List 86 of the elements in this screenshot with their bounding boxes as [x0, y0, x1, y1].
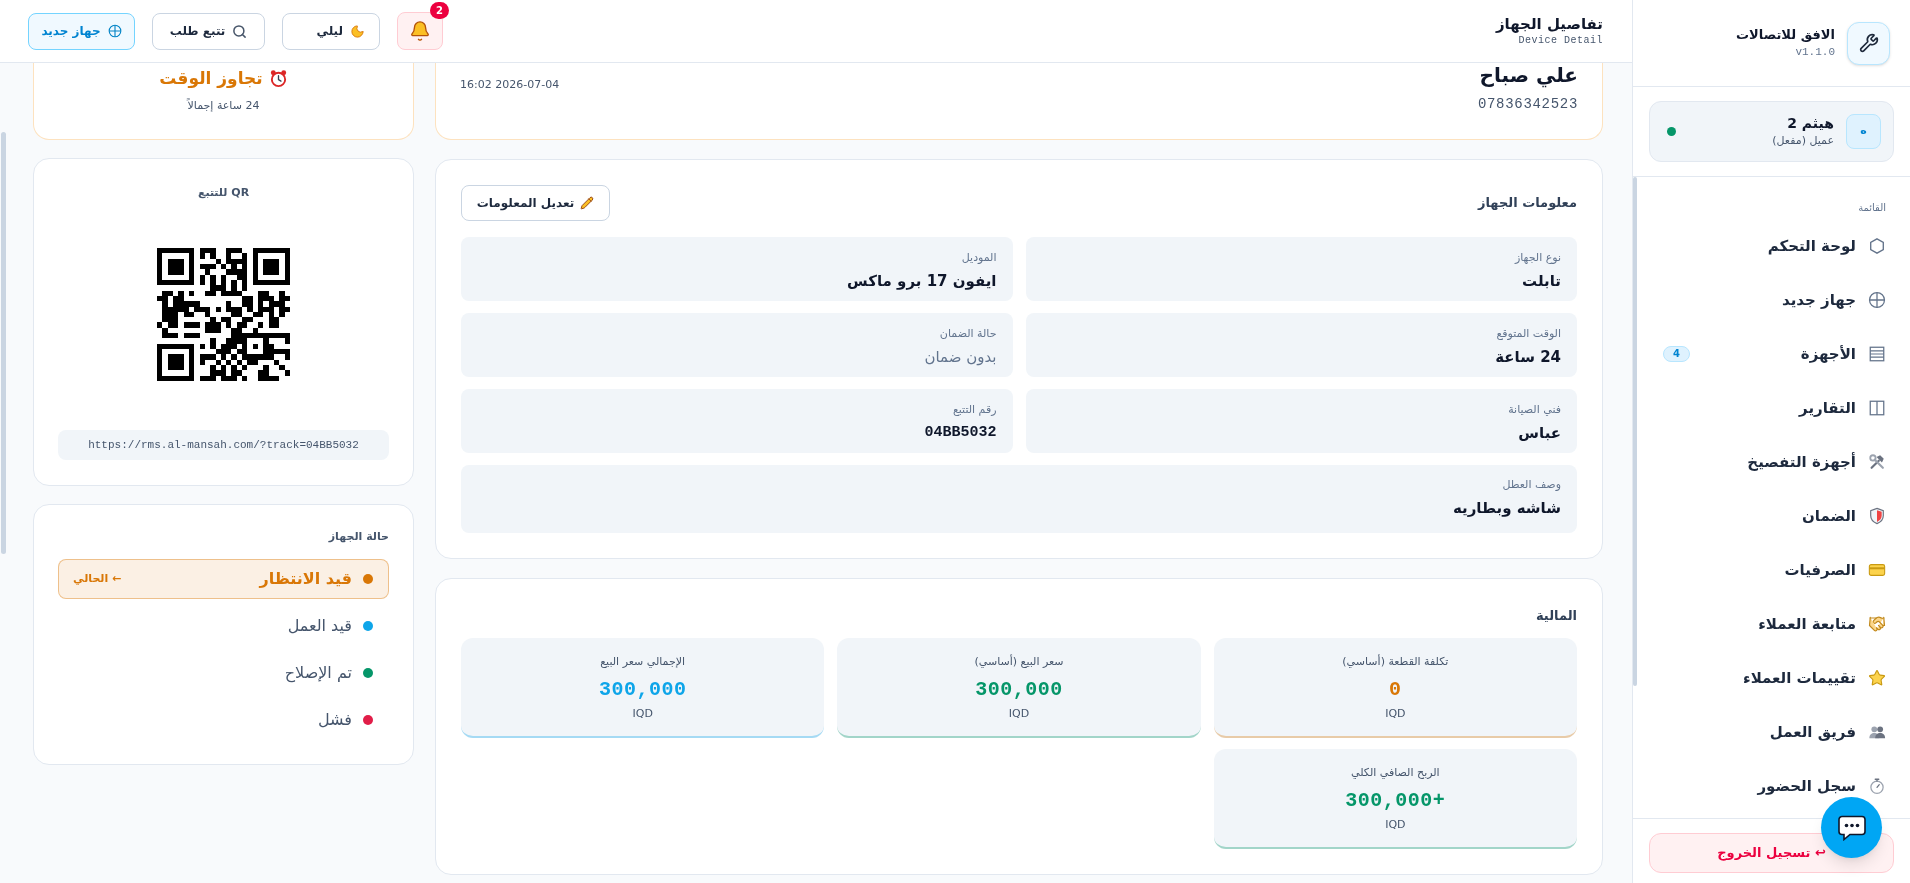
user-avatar: ه: [1846, 114, 1881, 149]
scrollbar-thumb[interactable]: [1, 132, 6, 554]
field-label: فني الصيانة: [1507, 403, 1561, 417]
list-icon: [1868, 345, 1886, 363]
received-date: 2026-07-04 16:02: [460, 78, 560, 92]
finance-label: الإجمالي سعر البيع: [600, 655, 686, 669]
page-title: تفاصيل الجهاز: [1495, 14, 1603, 34]
currency-label: IQD: [1385, 707, 1406, 721]
finance-value: 300,000: [975, 677, 1063, 703]
card-icon: [1868, 561, 1886, 579]
status-option[interactable]: تم الإصلاح: [58, 653, 389, 693]
customer-name: علي صباح: [1478, 63, 1578, 87]
stopwatch-icon: [1868, 777, 1886, 795]
handshake-icon: [1868, 615, 1886, 633]
bell-icon: [409, 20, 431, 42]
tracking-url: https://rms.al-mansah.com/?track=04BB5032: [58, 430, 389, 460]
alarm-clock-icon: [268, 68, 288, 88]
hexagon-icon: [1868, 237, 1886, 255]
field-label: حالة الضمان: [938, 327, 997, 341]
status-option[interactable]: فشل: [58, 700, 389, 740]
sidebar-item[interactable]: تقييمات العملاء: [1633, 651, 1910, 705]
sidebar-item[interactable]: الضمان: [1633, 489, 1910, 543]
finance-label: تكلفة القطعة (أساسي): [1342, 655, 1449, 669]
shield-icon: [1868, 507, 1886, 525]
new-device-button[interactable]: جهاز جديد: [28, 12, 135, 50]
chat-bubble-icon: [1837, 814, 1866, 841]
sidebar-item[interactable]: جهاز جديد: [1633, 273, 1910, 327]
field-value: 24 ساعة: [1494, 347, 1561, 367]
qr-title: QR للتتبع: [197, 185, 250, 201]
field-value: بدون ضمان: [923, 347, 997, 367]
field-label: وصف العطل: [1501, 478, 1561, 492]
search-icon: [232, 23, 248, 39]
field-label: نوع الجهاز: [1513, 251, 1561, 265]
sidebar-item[interactable]: سجل الحضور: [1633, 759, 1910, 813]
finance-value: +300,000: [1345, 788, 1446, 814]
total-duration: 24 ساعة إجمالاً: [187, 99, 260, 113]
notifications-button[interactable]: [397, 12, 443, 50]
field-value: تابلت: [1521, 271, 1561, 291]
people-icon: [1868, 723, 1886, 741]
field-label: الموديل: [960, 251, 997, 265]
track-order-button[interactable]: تتبع طلب: [152, 12, 265, 50]
sidebar-item[interactable]: الصرفيات: [1633, 543, 1910, 597]
notification-badge: 2: [430, 2, 449, 19]
page-subtitle: Device Detail: [1517, 34, 1603, 48]
current-status-label: ← الحالي: [73, 570, 122, 587]
customer-phone: 07836342523: [1477, 95, 1578, 113]
field-value: عباس: [1517, 423, 1561, 443]
circle-plus-icon: [107, 24, 122, 38]
sidebar-item[interactable]: أجهزة التفصيخ: [1633, 435, 1910, 489]
columns-icon: [1868, 399, 1886, 417]
star-icon: [1868, 669, 1886, 687]
finance-label: سعر البيع (أساسي): [974, 655, 1064, 669]
status-option[interactable]: قيد العمل: [58, 606, 389, 646]
count-badge: 4: [1663, 346, 1690, 362]
brand-name: الافق للاتصالات: [1736, 26, 1835, 44]
app-version: v1.1.0: [1794, 45, 1835, 60]
field-value: 04BB5032: [923, 423, 997, 443]
circle-plus-icon: [1868, 291, 1886, 309]
currency-label: IQD: [632, 707, 653, 721]
sidebar-item[interactable]: متابعة العملاء: [1633, 597, 1910, 651]
section-title: حالة الجهاز: [327, 529, 389, 545]
pencil-icon: [580, 196, 595, 210]
user-name: هيثم 2: [1786, 114, 1834, 133]
moon-icon: [350, 23, 365, 39]
menu-heading: القائمة: [1857, 201, 1887, 215]
edit-info-button[interactable]: تعديل المعلومات: [461, 185, 610, 221]
finance-label: الربح الصافي الكلي: [1351, 766, 1440, 780]
theme-toggle-button[interactable]: ليلي: [282, 12, 380, 50]
sidebar-item[interactable]: لوحة التحكم: [1633, 219, 1910, 273]
section-title: معلومات الجهاز: [1477, 194, 1577, 213]
tools-icon: [1868, 453, 1886, 471]
field-value: شاشه وبطاريه: [1451, 498, 1561, 518]
finance-value: 300,000: [598, 677, 687, 703]
field-label: رقم التتبع: [951, 403, 997, 417]
sidebar-item[interactable]: فريق العمل: [1633, 705, 1910, 759]
scrollbar-thumb[interactable]: [1633, 177, 1637, 686]
overdue-status: تجاوز الوقت: [159, 67, 263, 89]
section-title: المالية: [1535, 608, 1577, 624]
field-label: الوقت المتوقع: [1495, 327, 1561, 341]
currency-label: IQD: [1385, 818, 1406, 832]
field-value: ايفون 17 برو ماكس: [846, 271, 997, 291]
wrench-icon: [1847, 21, 1890, 65]
user-role: عميل (مفعل): [1772, 133, 1834, 149]
finance-value: 0: [1389, 677, 1402, 703]
currency-label: IQD: [1008, 707, 1030, 721]
sidebar-item[interactable]: التقارير: [1633, 381, 1910, 435]
